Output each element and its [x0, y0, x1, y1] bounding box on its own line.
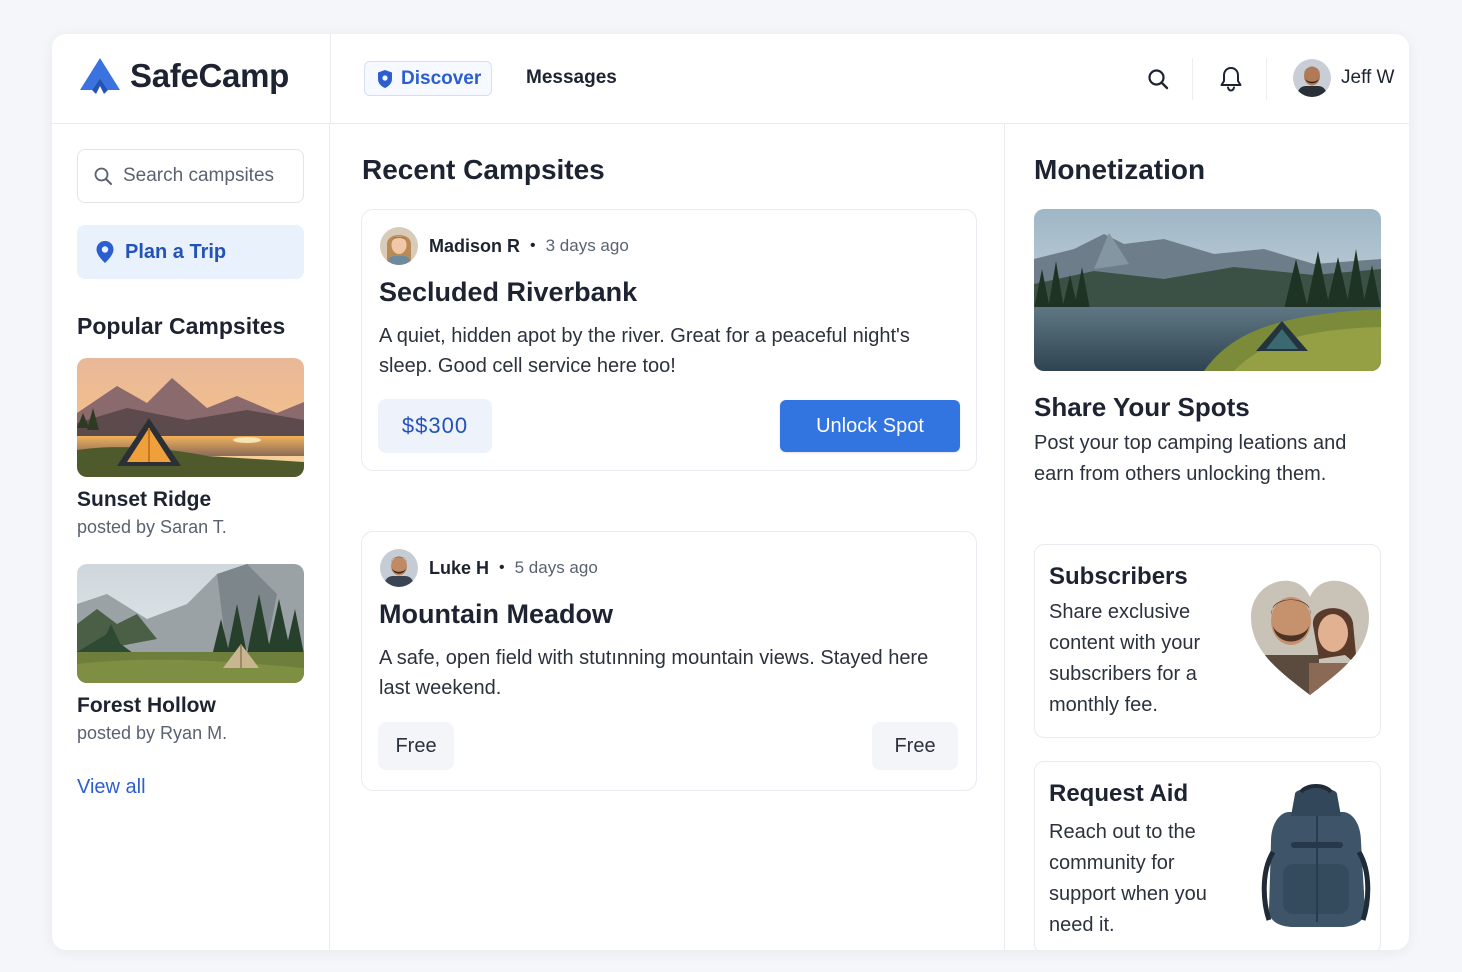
post-author: Luke H — [429, 557, 490, 578]
search-input[interactable] — [123, 165, 293, 187]
avatar[interactable] — [379, 548, 419, 588]
bell-icon[interactable] — [1218, 65, 1244, 93]
brand[interactable]: SafeCamp — [78, 56, 289, 96]
popular-campsite-card[interactable]: Sunset Ridge posted by Saran T. — [77, 358, 304, 538]
post-title: Mountain Meadow — [379, 599, 613, 629]
post-meta: Luke H • 5 days ago — [379, 548, 598, 588]
subscribers-title: Subscribers — [1049, 563, 1188, 590]
monetization-heading: Monetization — [1034, 154, 1206, 185]
popular-campsite-card[interactable]: Forest Hollow posted by Ryan M. — [77, 564, 304, 744]
plan-trip-label: Plan a Trip — [125, 240, 227, 263]
request-aid-title: Request Aid — [1049, 780, 1189, 807]
top-header: SafeCamp Discover Messages Jeff W — [52, 34, 1409, 124]
search-icon — [94, 167, 112, 185]
brand-name: SafeCamp — [130, 57, 289, 94]
subscribers-description: Share exclusive content with your subscr… — [1049, 601, 1201, 716]
campsite-post-card: Madison R • 3 days ago Secluded Riverban… — [361, 209, 977, 471]
nav-tab-discover[interactable]: Discover — [364, 61, 493, 96]
nav-tab-discover-label: Discover — [401, 67, 482, 89]
campsite-photo-sunset — [77, 358, 304, 477]
popular-campsite-title: Forest Hollow — [77, 694, 216, 717]
post-author: Madison R — [429, 235, 521, 256]
lake-campsite-photo — [1034, 209, 1381, 371]
nav-tab-messages[interactable]: Messages — [526, 67, 617, 89]
request-aid-card[interactable]: Request Aid Reach out to the community f… — [1034, 761, 1381, 950]
share-spots-title: Share Your Spots — [1034, 392, 1250, 422]
campsite-post-card: Luke H • 5 days ago Mountain Meadow A sa… — [361, 531, 977, 791]
popular-campsite-author: posted by Saran T. — [77, 517, 227, 537]
avatar[interactable] — [379, 226, 419, 266]
post-title: Secluded Riverbank — [379, 277, 638, 307]
recent-campsites-panel: Recent Campsites Madison R • 3 days ago — [331, 124, 1005, 950]
post-meta: Madison R • 3 days ago — [379, 226, 629, 266]
free-badge[interactable]: Free — [872, 722, 958, 770]
header-separator — [1266, 58, 1267, 100]
unlock-spot-button[interactable]: Unlock Spot — [780, 400, 960, 452]
post-time: 3 days ago — [545, 236, 629, 255]
popular-campsite-title: Sunset Ridge — [77, 488, 212, 511]
meta-dot: • — [499, 559, 505, 576]
avatar — [1293, 59, 1331, 97]
price-badge: Free — [378, 722, 454, 770]
header-divider — [330, 34, 331, 124]
share-spots-description: Post your top camping leations and earn … — [1034, 432, 1347, 485]
post-description: A safe, open field with stutınning mount… — [379, 647, 929, 699]
plan-trip-button[interactable]: Plan a Trip — [77, 225, 304, 279]
view-all-link[interactable]: View all — [77, 776, 146, 799]
app-window: SafeCamp Discover Messages Jeff W Search… — [52, 34, 1409, 950]
safecamp-logo-icon — [80, 58, 120, 94]
price-badge: $$300 — [378, 399, 492, 453]
monetization-panel: Monetization Share Your Spots Post your … — [1006, 124, 1409, 950]
sidebar: Plan a Trip Popular Campsites — [52, 124, 330, 950]
shield-pin-icon — [378, 69, 392, 88]
header-separator — [1192, 58, 1193, 100]
user-name: Jeff W — [1341, 67, 1395, 88]
couple-heart-image — [1251, 580, 1369, 696]
search-field[interactable] — [77, 149, 304, 203]
popular-campsites-heading: Popular Campsites — [77, 313, 286, 339]
user-menu[interactable]: Jeff W — [1292, 58, 1395, 98]
search-icon[interactable] — [1146, 67, 1170, 91]
popular-campsite-author: posted by Ryan M. — [77, 723, 228, 743]
subscribers-card[interactable]: Subscribers Share exclusive content with… — [1034, 544, 1381, 738]
post-description: A quiet, hidden apot by the river. Great… — [379, 325, 910, 377]
location-pin-icon — [96, 241, 114, 263]
meta-dot: • — [530, 237, 536, 254]
campsite-photo-forest — [77, 564, 304, 683]
recent-campsites-heading: Recent Campsites — [362, 154, 605, 185]
post-time: 5 days ago — [514, 558, 598, 577]
backpack-icon — [1261, 784, 1371, 927]
request-aid-description: Reach out to the community for support w… — [1049, 821, 1207, 936]
